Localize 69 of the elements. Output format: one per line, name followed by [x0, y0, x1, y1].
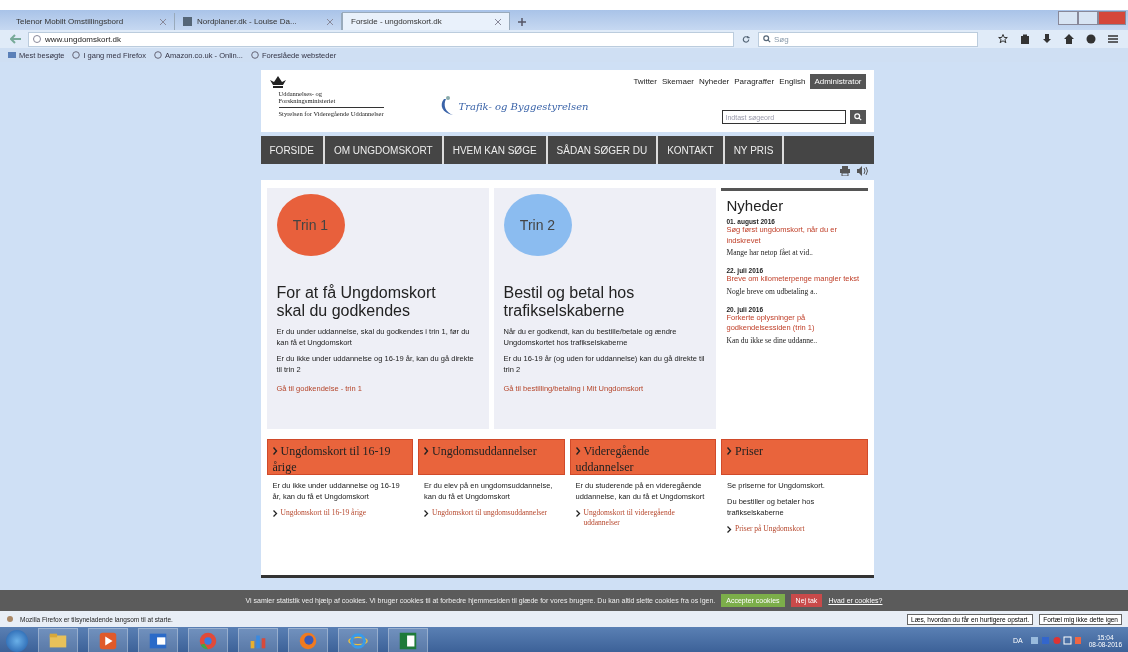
top-link[interactable]: Paragraffer — [734, 77, 775, 86]
taskbar-app[interactable] — [188, 627, 228, 652]
tab-title: Forside - ungdomskort.dk — [351, 17, 442, 26]
crown-icon — [268, 74, 287, 88]
step-title: Bestil og betal hos trafikselskaberne — [503, 284, 636, 320]
star-icon[interactable] — [998, 34, 1008, 44]
nav-item[interactable]: NY PRIS — [724, 136, 785, 164]
tab-title: Telenor Mobilt Omstillingsbord — [16, 17, 124, 26]
taskbar-app[interactable] — [138, 627, 178, 652]
clipboard-icon[interactable] — [1020, 34, 1030, 44]
top-link[interactable]: Skemaer — [662, 77, 694, 86]
chevron-icon — [727, 525, 732, 533]
start-button[interactable] — [6, 629, 28, 652]
tab-title: Nordplaner.dk - Louise Da... — [197, 17, 297, 26]
taskbar-app[interactable] — [388, 627, 428, 652]
browser-tab[interactable]: Forside - ungdomskort.dk — [342, 12, 510, 30]
search-icon — [853, 113, 862, 121]
search-button[interactable] — [849, 110, 866, 124]
download-icon[interactable] — [1042, 34, 1052, 44]
close-icon[interactable] — [327, 18, 333, 25]
menu-icon[interactable] — [1108, 34, 1118, 44]
nav-item[interactable]: OM UNGDOMSKORT — [324, 136, 444, 164]
administrator-button[interactable]: Administrator — [810, 74, 866, 89]
agency-logo-text: Trafik- og Byggestyrelsen — [458, 100, 589, 112]
section-header[interactable]: Ungdomsuddannelser — [418, 439, 565, 475]
news-title: Nyheder — [726, 197, 785, 214]
taskbar-app[interactable] — [88, 627, 128, 652]
step-title: For at få Ungdomskort skal du godkendes — [276, 284, 437, 320]
nav-item[interactable]: HVEM KAN SØGE — [443, 136, 548, 164]
chevron-icon — [575, 509, 581, 517]
close-icon[interactable] — [160, 18, 166, 25]
globe-icon — [153, 51, 162, 59]
chevron-icon — [575, 447, 581, 455]
speaker-icon[interactable] — [856, 166, 868, 176]
close-icon[interactable] — [495, 18, 501, 25]
nav-item[interactable]: KONTAKT — [658, 136, 725, 164]
chevron-icon — [272, 447, 278, 455]
taskbar-app[interactable] — [288, 627, 328, 652]
step-badge: Trin 2 — [503, 194, 572, 256]
address-bar[interactable]: www.ungdomskort.dk — [28, 31, 734, 47]
tray-icons-drawing[interactable] — [1030, 636, 1081, 645]
info-icon[interactable] — [33, 35, 41, 43]
step-badge: Trin 1 — [276, 194, 345, 256]
taskbar-app[interactable] — [238, 627, 278, 652]
chevron-icon — [424, 447, 429, 455]
search-icon — [763, 35, 771, 43]
top-link[interactable]: Nyheder — [699, 77, 730, 86]
globe-icon — [250, 51, 259, 59]
reload-icon[interactable] — [740, 34, 752, 44]
folder-icon — [8, 51, 16, 59]
globe-icon — [72, 51, 81, 59]
printer-icon[interactable] — [839, 166, 850, 176]
plus-icon[interactable] — [518, 18, 526, 26]
section-header[interactable]: Videregående uddannelser — [569, 439, 716, 475]
url-text: www.ungdomskort.dk — [45, 34, 122, 44]
nav-item[interactable]: SÅDAN SØGER DU — [547, 136, 659, 164]
back-icon[interactable] — [10, 34, 22, 44]
top-link[interactable]: English — [779, 77, 806, 86]
section-header[interactable]: Ungdomskort til 16-19 årige — [266, 439, 413, 475]
minimize-button[interactable] — [1058, 11, 1078, 25]
chevron-icon — [272, 509, 278, 517]
top-link[interactable]: Twitter — [633, 77, 657, 86]
maximize-button[interactable] — [1078, 11, 1098, 25]
chevron-icon — [424, 509, 429, 517]
section-header[interactable]: Priser — [721, 439, 868, 475]
home-icon[interactable] — [1064, 34, 1074, 44]
taskbar-app[interactable] — [38, 627, 78, 652]
chevron-icon — [727, 447, 732, 455]
nav-item[interactable]: FORSIDE — [260, 136, 325, 164]
